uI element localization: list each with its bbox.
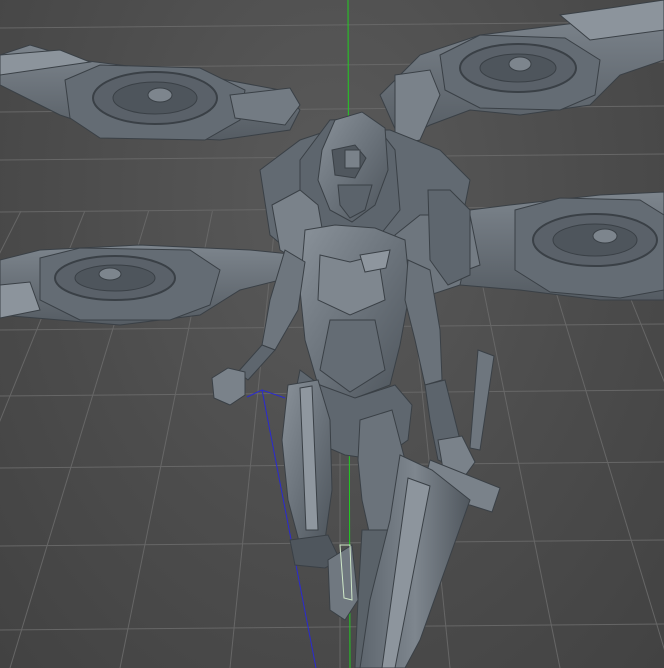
grid-line [0, 461, 664, 469]
right-arm [404, 259, 476, 481]
3d-viewport[interactable] [0, 0, 664, 668]
drone-rotor-mid-left[interactable] [0, 244, 301, 326]
viewport-canvas[interactable] [0, 0, 664, 668]
left-fist [211, 367, 246, 406]
drone-rotor-top-left[interactable] [0, 44, 301, 141]
grid-line [0, 623, 664, 631]
drone-rotor-top-right[interactable] [379, 0, 664, 146]
